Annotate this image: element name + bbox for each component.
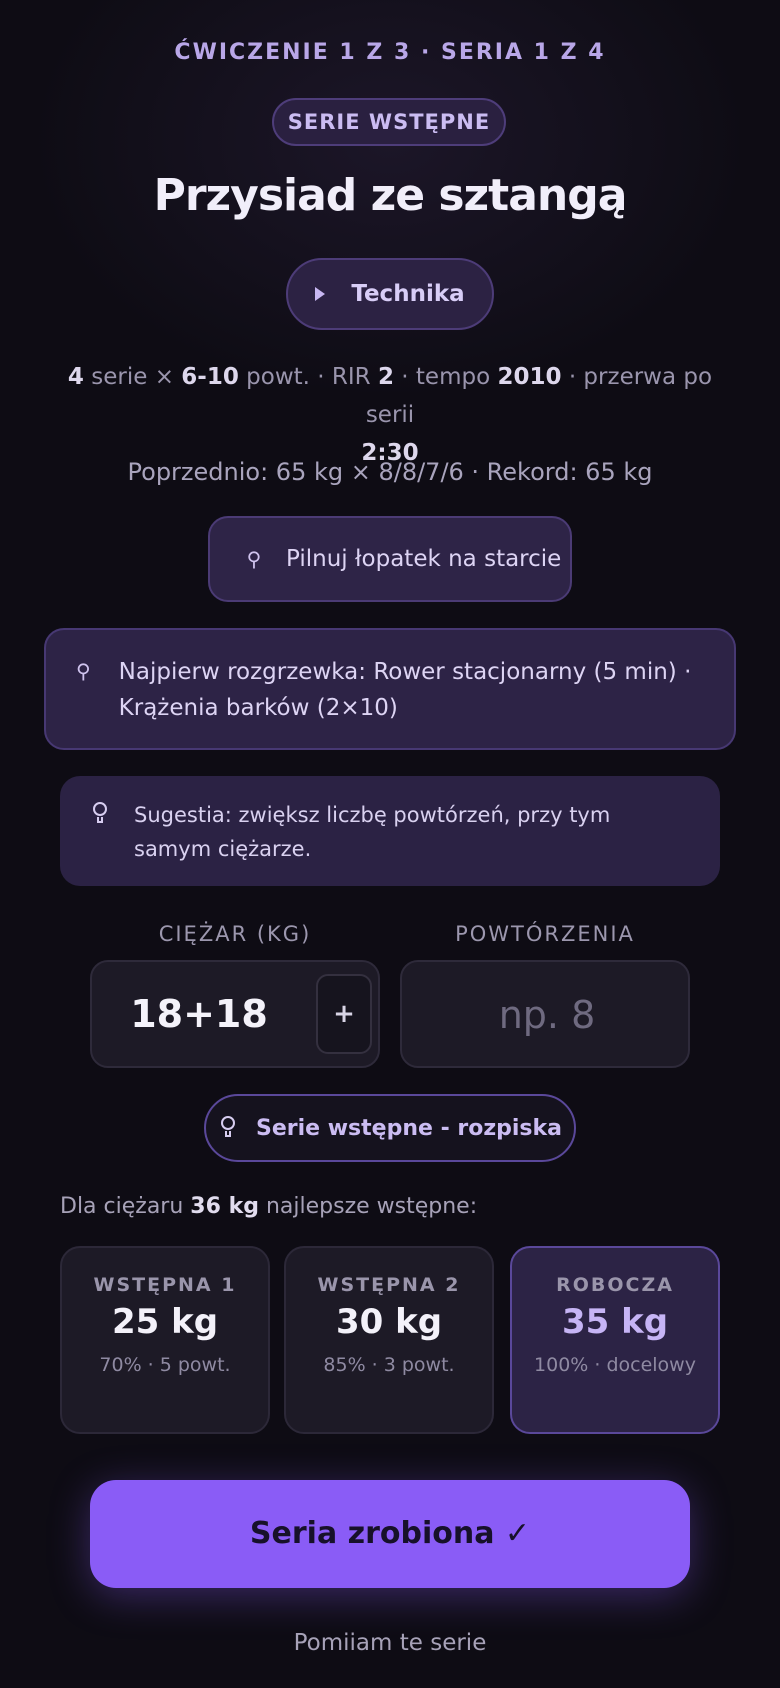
weight-label: CIĘŻAR (KG) (158, 922, 312, 946)
set-name: WSTĘPNA 1 (93, 1274, 237, 1296)
technique-button[interactable]: Technika (286, 258, 494, 330)
weight-value[interactable]: 18+18 (92, 962, 306, 1066)
tempo-label: · tempo (401, 364, 491, 390)
previous-performance: Poprzednio: 65 kg × 8/8/7/6 · Rekord: 65… (127, 458, 653, 486)
lightbulb-icon (218, 1114, 238, 1144)
suggestion-text: Sugestia: zwiększ liczbę powtórzeń, przy… (134, 803, 611, 861)
sets-count: 4 (67, 364, 84, 390)
add-weight-button[interactable]: + (316, 974, 372, 1054)
play-icon (315, 287, 326, 301)
exercise-params: 4 serie × 6-10 powt. · RIR 2 · tempo 201… (60, 358, 720, 472)
lightbulb-icon (90, 800, 110, 830)
technique-label: Technika (351, 281, 465, 307)
reps-unit: powt. · RIR (246, 364, 371, 390)
warmup-plan-label: Serie wstępne - rozpiska (255, 1115, 562, 1141)
warmup-badge: SERIE WSTĘPNE (272, 98, 506, 146)
pinned-tip-text: Pilnuj łopatek na starcie (286, 546, 562, 572)
set-detail: 70% · 5 powt. (99, 1354, 231, 1376)
tempo-value: 2010 (497, 364, 562, 390)
reps-label: POWTÓRZENIA (455, 922, 635, 946)
set-weight: 30 kg (335, 1302, 443, 1342)
pin-icon: ⚲ (246, 547, 262, 571)
set-detail: 100% · docelowy (534, 1354, 696, 1376)
warmup-note-card: ⚲ Najpierw rozgrzewka: Rower stacjonarny… (44, 628, 736, 750)
warmup-intro-prefix: Dla ciężaru (60, 1194, 184, 1219)
warmup-set-card[interactable]: WSTĘPNA 1 25 kg 70% · 5 powt. (60, 1246, 270, 1434)
set-detail: 85% · 3 powt. (323, 1354, 455, 1376)
warmup-intro-weight: 36 kg (190, 1194, 259, 1219)
exercise-progress: ĆWICZENIE 1 Z 3 · SERIA 1 Z 4 (174, 40, 606, 65)
warmup-intro-suffix: najlepsze wstępne: (265, 1194, 478, 1219)
exercise-title: Przysiad ze sztangą (153, 170, 628, 221)
reps-input[interactable] (402, 962, 692, 1068)
set-done-button[interactable]: Seria zrobiona ✓ (90, 1480, 690, 1588)
workout-screen: ĆWICZENIE 1 Z 3 · SERIA 1 Z 4 SERIE WSTĘ… (0, 0, 780, 1688)
warmup-note-text: Najpierw rozgrzewka: Rower stacjonarny (… (118, 659, 692, 721)
warmup-set-card[interactable]: WSTĘPNA 2 30 kg 85% · 3 powt. (284, 1246, 494, 1434)
set-name: WSTĘPNA 2 (317, 1274, 461, 1296)
reps-field[interactable] (400, 960, 692, 1068)
warmup-intro: Dla ciężaru 36 kg najlepsze wstępne: (60, 1194, 477, 1219)
set-weight: 25 kg (111, 1302, 219, 1342)
set-weight: 35 kg (561, 1302, 669, 1342)
pinned-tip[interactable]: ⚲ Pilnuj łopatek na starcie (208, 516, 572, 602)
set-name: ROBOCZA (556, 1274, 674, 1296)
reps-range: 6-10 (181, 364, 239, 390)
rir-value: 2 (377, 364, 394, 390)
skip-sets-link[interactable]: Pomiiam te serie (0, 1630, 780, 1656)
warmup-plan-button[interactable]: Serie wstępne - rozpiska (204, 1094, 576, 1162)
pin-icon: ⚲ (76, 659, 91, 683)
working-set-card[interactable]: ROBOCZA 35 kg 100% · docelowy (510, 1246, 720, 1434)
weight-field[interactable]: 18+18 + (90, 960, 380, 1068)
suggestion-card: Sugestia: zwiększ liczbę powtórzeń, przy… (60, 776, 720, 886)
sets-unit: serie × (91, 364, 174, 390)
